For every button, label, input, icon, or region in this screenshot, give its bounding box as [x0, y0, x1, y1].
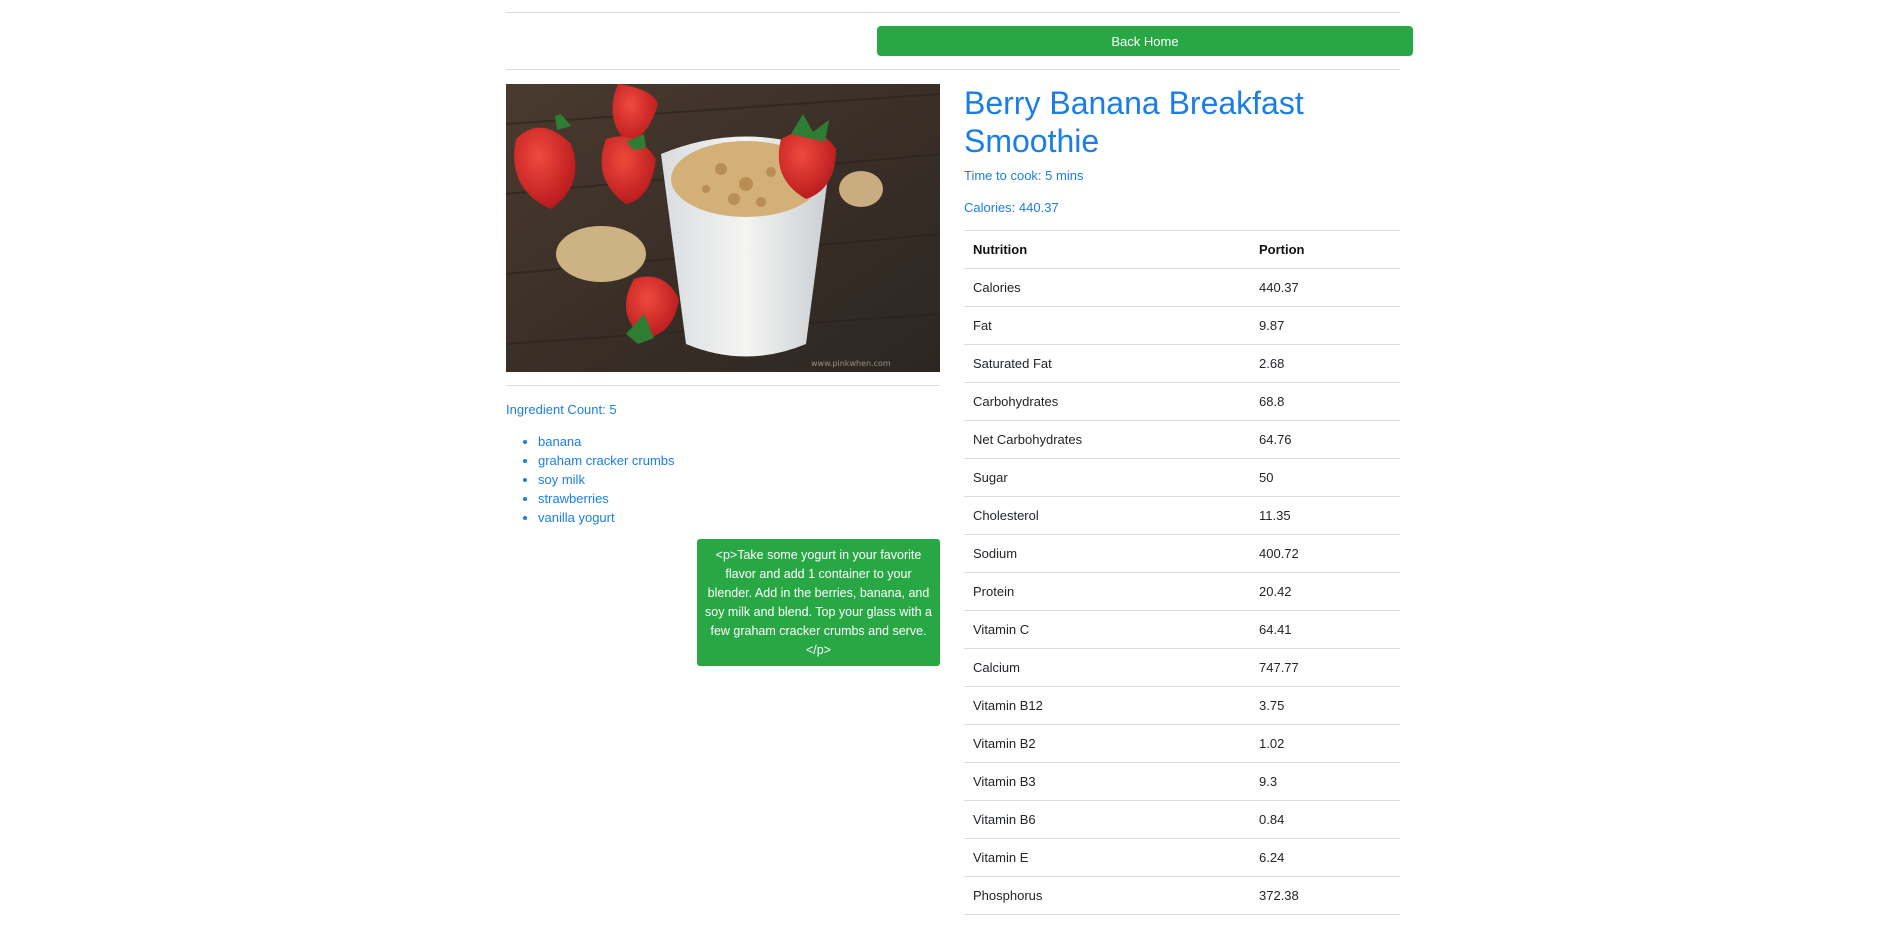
table-row: Carbohydrates 68.8: [964, 382, 1400, 421]
column-header-portion: Portion: [1250, 230, 1400, 269]
table-row: Saturated Fat 2.68: [964, 344, 1400, 383]
nutrient-portion: 6.24: [1250, 838, 1400, 877]
column-header-nutrition: Nutrition: [964, 230, 1250, 269]
table-row: Sugar 50: [964, 458, 1400, 497]
table-row: Net Carbohydrates 64.76: [964, 420, 1400, 459]
nutrient-portion: 11.35: [1250, 496, 1400, 535]
list-item: strawberries: [538, 489, 675, 508]
table-row: Vitamin E 6.24: [964, 838, 1400, 877]
nutrient-portion: 2.68: [1250, 344, 1400, 383]
nutrient-portion: 747.77: [1250, 648, 1400, 687]
nutrient-portion: 64.41: [1250, 610, 1400, 649]
nutrient-portion: 372.38: [1250, 876, 1400, 915]
list-item: soy milk: [538, 470, 675, 489]
nutrient-name: Sodium: [964, 534, 1250, 573]
nutrient-portion: 64.76: [1250, 420, 1400, 459]
recipe-page: Back Home www.pinkwhen.com Ingredient Co…: [0, 0, 1894, 927]
nutrient-name: Net Carbohydrates: [964, 420, 1250, 459]
list-item: vanilla yogurt: [538, 508, 675, 527]
nutrient-portion: 0.84: [1250, 800, 1400, 839]
nutrient-name: Vitamin B6: [964, 800, 1250, 839]
list-item: graham cracker crumbs: [538, 451, 675, 470]
nutrient-name: Calories: [964, 268, 1250, 307]
table-row: Calories 440.37: [964, 268, 1400, 307]
nutrient-name: Protein: [964, 572, 1250, 611]
watermark: www.pinkwhen.com: [811, 359, 891, 368]
table-row: Cholesterol 11.35: [964, 496, 1400, 535]
nutrient-name: Vitamin B3: [964, 762, 1250, 801]
nutrient-portion: 9.3: [1250, 762, 1400, 801]
table-row: Vitamin B2 1.02: [964, 724, 1400, 763]
table-row: Vitamin B3 9.3: [964, 762, 1400, 801]
nutrient-name: Cholesterol: [964, 496, 1250, 535]
nutrient-name: Sugar: [964, 458, 1250, 497]
nutrient-name: Calcium: [964, 648, 1250, 687]
nutrient-name: Vitamin E: [964, 838, 1250, 877]
nutrient-portion: 400.72: [1250, 534, 1400, 573]
nutrient-portion: 440.37: [1250, 268, 1400, 307]
table-row: Sodium 400.72: [964, 534, 1400, 573]
table-row: Vitamin B6 0.84: [964, 800, 1400, 839]
nutrient-portion: 68.8: [1250, 382, 1400, 421]
nutrition-table: Nutrition Portion Calories 440.37 Fat 9.87 S…: [964, 230, 1400, 915]
calories-summary: Calories: 440.37: [964, 200, 1059, 215]
top-divider: [506, 12, 1400, 13]
nutrient-portion: 50: [1250, 458, 1400, 497]
nutrient-name: Fat: [964, 306, 1250, 345]
nutrient-name: Vitamin B2: [964, 724, 1250, 763]
back-home-button[interactable]: Back Home: [877, 26, 1413, 56]
instructions-box: <p>Take some yogurt in your favorite fla…: [697, 539, 940, 666]
table-row: Calcium 747.77: [964, 648, 1400, 687]
ingredient-list: banana graham cracker crumbs soy milk st…: [506, 432, 675, 527]
image-divider: [506, 385, 940, 386]
ingredient-count: Ingredient Count: 5: [506, 402, 617, 417]
nutrient-portion: 20.42: [1250, 572, 1400, 611]
table-header-row: Nutrition Portion: [964, 230, 1400, 269]
table-row: Phosphorus 372.38: [964, 876, 1400, 915]
nutrient-name: Vitamin B12: [964, 686, 1250, 725]
nutrient-portion: 9.87: [1250, 306, 1400, 345]
nutrient-name: Saturated Fat: [964, 344, 1250, 383]
table-row: Fat 9.87: [964, 306, 1400, 345]
table-row: Vitamin C 64.41: [964, 610, 1400, 649]
list-item: banana: [538, 432, 675, 451]
nutrient-name: Phosphorus: [964, 876, 1250, 915]
header-divider: [506, 69, 1400, 70]
nutrient-portion: 3.75: [1250, 686, 1400, 725]
nutrient-name: Vitamin C: [964, 610, 1250, 649]
nutrient-portion: 1.02: [1250, 724, 1400, 763]
table-row: Protein 20.42: [964, 572, 1400, 611]
recipe-title: Berry Banana Breakfast Smoothie: [964, 85, 1304, 159]
nutrient-name: Carbohydrates: [964, 382, 1250, 421]
table-row: Vitamin B12 3.75: [964, 686, 1400, 725]
time-to-cook: Time to cook: 5 mins: [964, 168, 1084, 183]
recipe-image: www.pinkwhen.com: [506, 84, 940, 372]
